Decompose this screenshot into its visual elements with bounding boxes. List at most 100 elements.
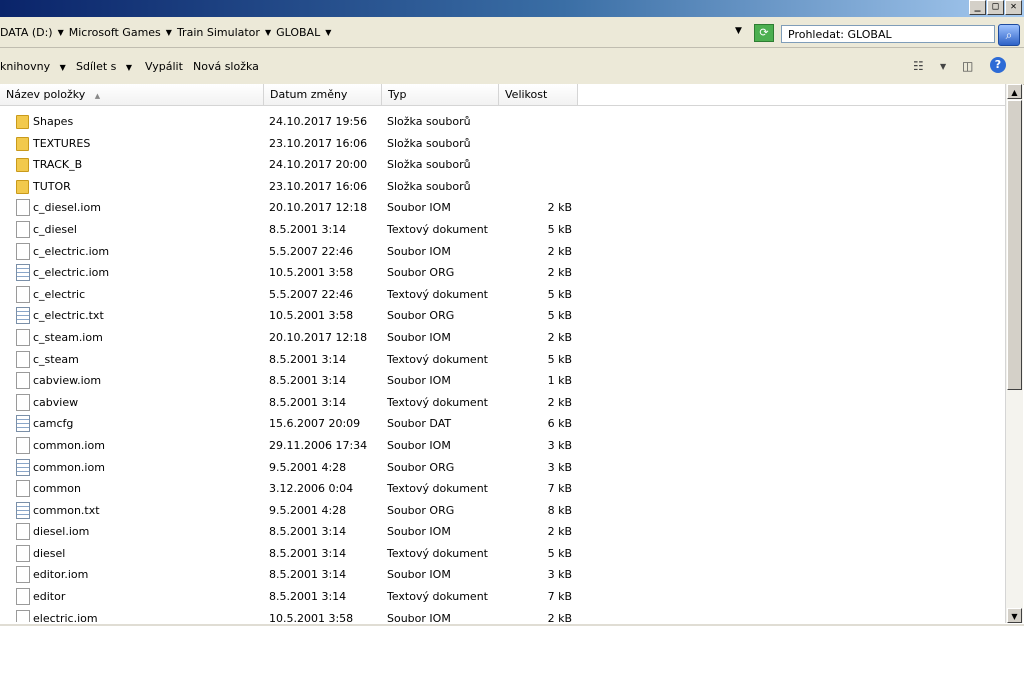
file-type: Soubor IOM [387,244,451,258]
file-date: 3.12.2006 0:04 [269,482,354,496]
file-size: 2 kB [547,611,572,622]
file-icon [16,372,30,390]
file-row[interactable]: common 3.12.2006 0:04 Textový dokument 7 kB [0,478,1005,500]
file-size: 8 kB [547,503,572,517]
file-row[interactable]: TUTOR 23.10.2017 16:06 Složka souborů [0,176,1005,198]
file-name: TRACK_B [33,158,83,172]
file-row[interactable]: c_electric.iom 10.5.2001 3:58 Soubor ORG 2 … [0,262,1005,284]
file-date: 23.10.2017 16:06 [269,136,368,150]
column-size[interactable]: Velikost [499,84,578,105]
help-icon[interactable]: ? [990,57,1006,73]
file-row[interactable]: editor.iom 8.5.2001 3:14 Soubor IOM 3 kB [0,564,1005,586]
file-date: 10.5.2001 3:58 [269,266,354,280]
file-size: 3 kB [547,568,572,582]
file-type: Textový dokument [387,352,488,366]
file-date: 8.5.2001 3:14 [269,546,347,560]
breadcrumb: DATA (D:) ▼ Microsoft Games ▼ Train Simulato… [0,17,336,47]
file-row[interactable]: common.iom 9.5.2001 4:28 Soubor ORG 3 kB [0,457,1005,479]
file-type: Složka souborů [387,158,471,172]
file-type: Soubor IOM [387,330,451,344]
breadcrumb-arrow-icon[interactable]: ▼ [325,28,331,37]
column-name[interactable]: Název položky ▲ [0,84,264,105]
window-controls: _ □ ✕ [969,0,1022,15]
file-icon [16,199,30,217]
preview-pane-icon[interactable]: ◫ [962,59,973,73]
file-date: 10.5.2001 3:58 [269,309,354,323]
vertical-scrollbar[interactable]: ▲ ▼ [1005,84,1023,623]
burn-button[interactable]: Vypálit [145,60,183,73]
file-type: Složka souborů [387,136,471,150]
scroll-down-button[interactable]: ▼ [1007,608,1022,623]
file-type: Soubor ORG [387,503,455,517]
breadcrumb-label: Train Simulator [176,25,260,39]
breadcrumb-item[interactable]: Microsoft Games ▼ [69,26,177,39]
file-row[interactable]: c_diesel 8.5.2001 3:14 Textový dokument 5 k… [0,219,1005,241]
search-icon[interactable]: ⌕ [998,24,1020,46]
file-name: c_diesel.iom [33,201,101,215]
file-row[interactable]: diesel 8.5.2001 3:14 Textový dokument 5 kB [0,543,1005,565]
details-pane [0,624,1024,678]
file-row[interactable]: editor 8.5.2001 3:14 Textový dokument 7 kB [0,586,1005,608]
view-options-icon[interactable]: ☷ [913,59,924,73]
breadcrumb-arrow-icon[interactable]: ▼ [58,28,64,37]
maximize-button[interactable]: □ [987,0,1004,15]
document-lines-icon [16,458,30,476]
breadcrumb-arrow-icon[interactable]: ▼ [166,28,172,37]
close-button[interactable]: ✕ [1005,0,1022,15]
file-row[interactable]: Shapes 24.10.2017 19:56 Složka souborů [0,111,1005,133]
file-name: editor.iom [33,568,89,582]
refresh-icon[interactable]: ⟳ [754,24,774,42]
breadcrumb-item[interactable]: DATA (D:) ▼ [0,26,69,39]
file-date: 23.10.2017 16:06 [269,179,368,193]
file-list: Shapes 24.10.2017 19:56 Složka souborů TEXT… [0,111,1005,622]
file-size: 5 kB [547,222,572,236]
file-type: Textový dokument [387,482,488,496]
file-name: common.txt [33,503,100,517]
file-row[interactable]: c_steam.iom 20.10.2017 12:18 Soubor IOM 2 k… [0,327,1005,349]
scroll-thumb[interactable] [1007,100,1022,390]
column-date[interactable]: Datum změny [264,84,382,105]
file-date: 15.6.2007 20:09 [269,417,361,431]
file-row[interactable]: c_electric 5.5.2007 22:46 Textový dokument… [0,284,1005,306]
file-icon [16,328,30,346]
breadcrumb-label: DATA (D:) [0,25,53,39]
breadcrumb-item[interactable]: Train Simulator ▼ [177,26,276,39]
new-folder-button[interactable]: Nová složka [193,60,259,73]
file-icon [16,523,30,541]
file-row[interactable]: diesel.iom 8.5.2001 3:14 Soubor IOM 2 kB [0,521,1005,543]
file-type: Textový dokument [387,287,488,301]
file-row[interactable]: c_steam 8.5.2001 3:14 Textový dokument 5 kB [0,349,1005,371]
file-row[interactable]: common.txt 9.5.2001 4:28 Soubor ORG 8 kB [0,500,1005,522]
search-input[interactable]: Prohledat: GLOBAL [781,25,995,43]
file-size: 2 kB [547,266,572,280]
file-type: Soubor IOM [387,438,451,452]
share-menu[interactable]: Sdílet s ▼ [76,60,132,73]
file-type: Textový dokument [387,222,488,236]
chevron-down-icon[interactable]: ▼ [940,62,946,71]
library-menu[interactable]: knihovny ▼ [0,60,66,73]
file-row[interactable]: c_electric.txt 10.5.2001 3:58 Soubor ORG 5 … [0,305,1005,327]
file-row[interactable]: c_electric.iom 5.5.2007 22:46 Soubor IOM 2 … [0,241,1005,263]
file-row[interactable]: TEXTURES 23.10.2017 16:06 Složka souborů [0,133,1005,155]
file-name: c_electric [33,287,86,301]
file-type: Soubor ORG [387,460,455,474]
file-icon [16,544,30,562]
document-lines-icon [16,307,30,325]
breadcrumb-arrow-icon[interactable]: ▼ [265,28,271,37]
file-date: 5.5.2007 22:46 [269,287,354,301]
file-row[interactable]: cabview.iom 8.5.2001 3:14 Soubor IOM 1 kB [0,370,1005,392]
file-name: cabview.iom [33,374,102,388]
breadcrumb-item[interactable]: GLOBAL ▼ [276,26,336,39]
scroll-up-button[interactable]: ▲ [1007,84,1022,99]
file-row[interactable]: c_diesel.iom 20.10.2017 12:18 Soubor IOM 2 … [0,197,1005,219]
column-type[interactable]: Typ [382,84,499,105]
file-type: Soubor ORG [387,309,455,323]
address-history-dropdown[interactable]: ▼ [735,26,742,36]
file-row[interactable]: TRACK_B 24.10.2017 20:00 Složka souborů [0,154,1005,176]
file-row[interactable]: electric.iom 10.5.2001 3:58 Soubor IOM 2 kB [0,608,1005,622]
minimize-button[interactable]: _ [969,0,986,15]
file-row[interactable]: camcfg 15.6.2007 20:09 Soubor DAT 6 kB [0,413,1005,435]
file-icon [16,588,30,606]
file-row[interactable]: common.iom 29.11.2006 17:34 Soubor IOM 3 kB [0,435,1005,457]
file-row[interactable]: cabview 8.5.2001 3:14 Textový dokument 2 kB [0,392,1005,414]
